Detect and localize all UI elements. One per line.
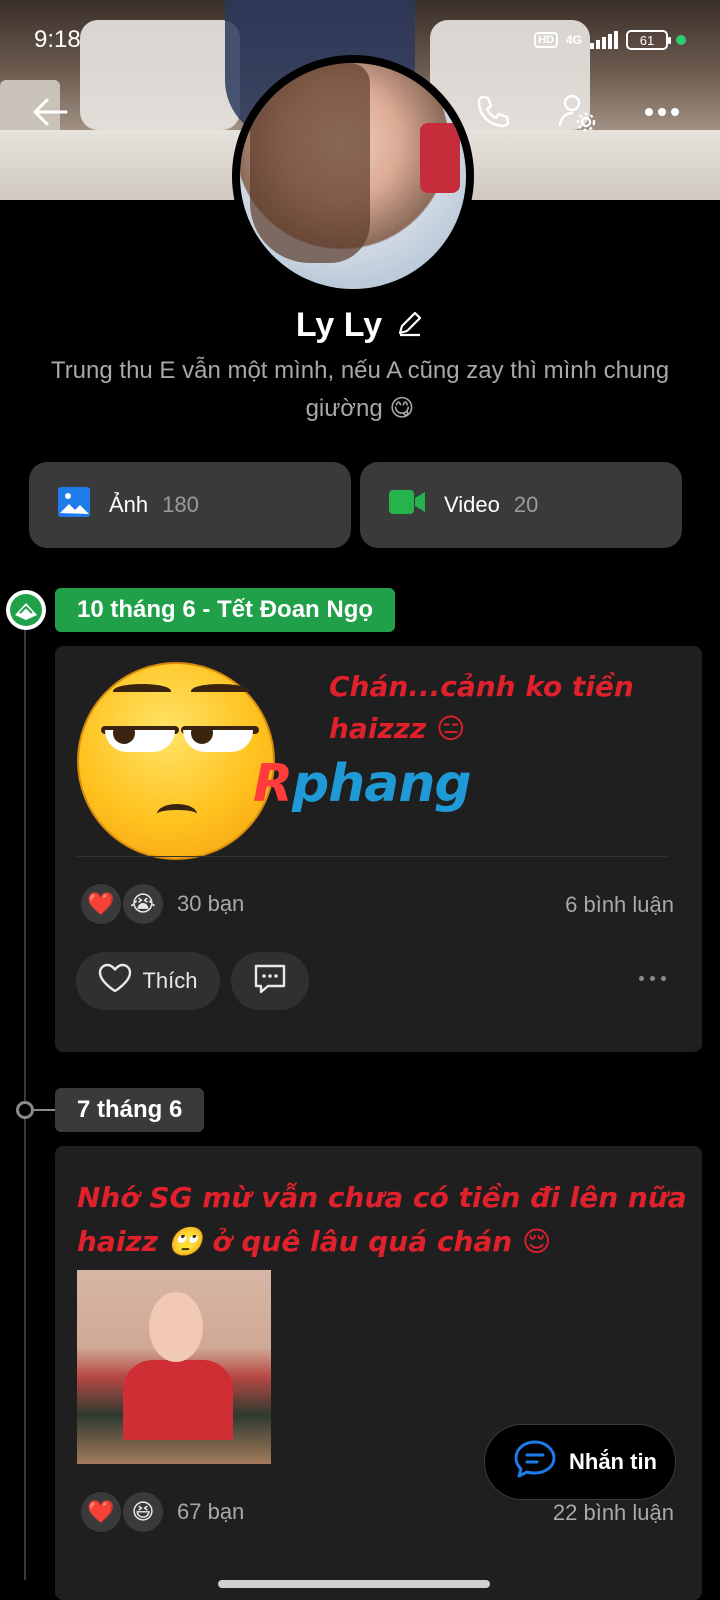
laughing-reaction-icon: 😆: [123, 1492, 163, 1532]
post-more-icon[interactable]: [639, 976, 666, 981]
message-label: Nhắn tin: [569, 1449, 657, 1474]
more-options-icon[interactable]: [640, 90, 684, 134]
status-time: 9:18: [34, 26, 81, 53]
battery-icon: 61: [626, 30, 671, 50]
timeline-node: [16, 1101, 34, 1119]
videos-label: Video: [444, 492, 500, 517]
like-button[interactable]: Thích: [76, 952, 220, 1010]
profile-name: Ly Ly: [295, 306, 383, 344]
edit-name-icon[interactable]: [396, 309, 424, 342]
heart-outline-icon: [98, 963, 132, 999]
post-text: Chán...cảnh ko tiền haizzz 😑: [329, 670, 634, 745]
reaction-count: 30 bạn: [177, 891, 245, 916]
videos-count: 20: [513, 492, 539, 517]
reactions-summary[interactable]: ❤️ 😭 30 bạn: [81, 884, 244, 924]
reaction-count: 67 bạn: [177, 1499, 245, 1524]
like-label: Thích: [142, 968, 198, 993]
videos-button[interactable]: Video 20: [360, 462, 682, 548]
privacy-dot-icon: [676, 35, 686, 45]
message-button[interactable]: Nhắn tin: [484, 1424, 676, 1500]
holiday-badge-icon: [6, 590, 46, 630]
unamused-face-emoji: [77, 662, 275, 860]
crying-reaction-icon: 😭: [123, 884, 163, 924]
photos-count: 180: [162, 492, 199, 517]
timeline-line: [24, 620, 26, 1580]
heart-reaction-icon: ❤️: [81, 884, 121, 924]
profile-settings-icon[interactable]: [555, 90, 599, 134]
network-type: 4G: [565, 33, 582, 47]
heart-reaction-icon: ❤️: [81, 1492, 121, 1532]
signal-icon: [590, 31, 618, 49]
watermark-logo: Rphang: [253, 754, 472, 814]
comment-icon: [252, 963, 288, 1000]
post-text: Nhớ SG mừ vẫn chưa có tiền đi lên nữa ha…: [77, 1181, 687, 1258]
reactions-summary[interactable]: ❤️ 😆 67 bạn: [81, 1492, 244, 1532]
hd-icon: HD: [534, 32, 558, 48]
video-icon: [388, 487, 426, 523]
post-date-label: 10 tháng 6 - Tết Đoan Ngọ: [55, 588, 396, 632]
back-arrow-icon[interactable]: [28, 90, 72, 134]
post-date-label: 7 tháng 6: [55, 1088, 205, 1132]
photo-icon: [57, 486, 91, 524]
photos-button[interactable]: Ảnh 180: [29, 462, 351, 548]
comment-count[interactable]: 6 bình luận: [565, 892, 674, 918]
phone-call-icon[interactable]: [470, 90, 514, 134]
divider: [77, 856, 667, 857]
post-photo[interactable]: [77, 1270, 271, 1464]
chat-icon: [513, 1439, 557, 1485]
comment-count[interactable]: 22 bình luận: [553, 1500, 674, 1526]
comment-button[interactable]: [231, 952, 309, 1010]
home-indicator[interactable]: [218, 1580, 490, 1588]
post-card[interactable]: Chán...cảnh ko tiền haizzz 😑 Rphang ❤️ 😭…: [55, 646, 702, 1052]
post-card[interactable]: Nhớ SG mừ vẫn chưa có tiền đi lên nữa ha…: [55, 1146, 702, 1600]
photos-label: Ảnh: [109, 492, 149, 517]
profile-bio: Trung thu E vẫn một mình, nếu A cũng zay…: [50, 357, 670, 422]
profile-avatar[interactable]: [232, 55, 474, 297]
